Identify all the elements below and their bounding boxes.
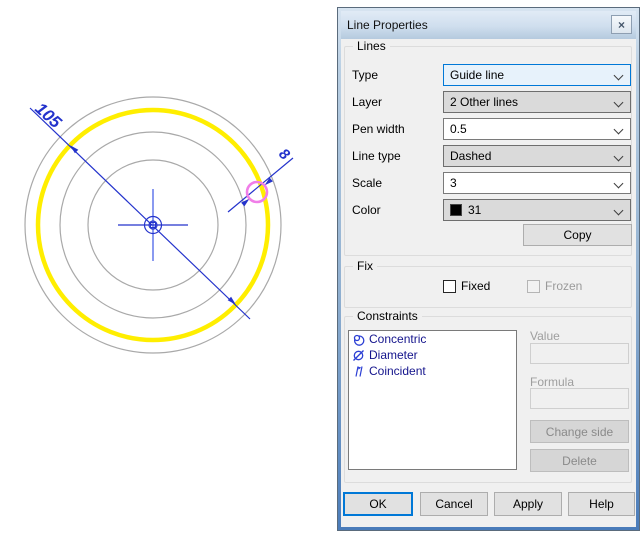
layer-label: Layer <box>352 95 382 109</box>
frozen-checkbox-row: Frozen <box>527 279 582 293</box>
ok-button[interactable]: OK <box>343 492 413 516</box>
scale-label: Scale <box>352 176 382 190</box>
constraints-group-label: Constraints <box>353 309 422 323</box>
close-icon[interactable]: × <box>611 15 632 34</box>
color-value: 31 <box>468 203 481 217</box>
frozen-label: Frozen <box>545 279 582 293</box>
coincident-icon <box>352 365 365 378</box>
fixed-checkbox-row[interactable]: Fixed <box>443 279 490 293</box>
cancel-button[interactable]: Cancel <box>420 492 488 516</box>
line-properties-dialog: Line Properties × Lines Type Guide line … <box>337 7 640 531</box>
type-label: Type <box>352 68 378 82</box>
delete-button: Delete <box>530 449 629 472</box>
chevron-down-icon <box>614 206 624 216</box>
dimension-105-label: 105 <box>31 99 65 132</box>
help-button[interactable]: Help <box>568 492 635 516</box>
copy-button[interactable]: Copy <box>523 224 632 246</box>
pen-width-label: Pen width <box>352 122 405 136</box>
diameter-icon <box>352 349 365 362</box>
color-combobox[interactable]: 31 <box>443 199 631 221</box>
formula-label: Formula <box>530 375 574 389</box>
fixed-label: Fixed <box>461 279 490 293</box>
chevron-down-icon <box>614 179 624 189</box>
pen-width-value: 0.5 <box>450 122 467 136</box>
list-item-diameter[interactable]: Diameter <box>349 347 516 363</box>
fix-group-label: Fix <box>353 259 377 273</box>
constraints-listbox[interactable]: Concentric Diameter Coincident <box>348 330 517 470</box>
concentric-icon <box>352 333 365 346</box>
value-label: Value <box>530 329 560 343</box>
dialog-body: Lines Type Guide line Layer 2 Other line… <box>341 39 636 527</box>
type-value: Guide line <box>450 68 504 82</box>
lines-group-label: Lines <box>353 39 390 53</box>
type-combobox[interactable]: Guide line <box>443 64 631 86</box>
apply-button[interactable]: Apply <box>494 492 562 516</box>
list-item-coincident[interactable]: Coincident <box>349 363 516 379</box>
color-swatch <box>450 204 462 216</box>
value-field <box>530 343 629 364</box>
chevron-down-icon <box>614 98 624 108</box>
app-window: 105 8 Line Properties × Lines <box>0 0 642 536</box>
scale-combobox[interactable]: 3 <box>443 172 631 194</box>
change-side-button: Change side <box>530 420 629 443</box>
dimension-8-label: 8 <box>275 145 293 164</box>
line-type-label: Line type <box>352 149 401 163</box>
dialog-titlebar[interactable]: Line Properties × <box>341 11 636 39</box>
list-item-concentric[interactable]: Concentric <box>349 331 516 347</box>
color-label: Color <box>352 203 381 217</box>
layer-value: 2 Other lines <box>450 95 518 109</box>
drawing-canvas[interactable]: 105 8 <box>0 0 336 536</box>
chevron-down-icon <box>614 125 624 135</box>
line-type-combobox[interactable]: Dashed <box>443 145 631 167</box>
frozen-checkbox <box>527 280 540 293</box>
layer-combobox[interactable]: 2 Other lines <box>443 91 631 113</box>
formula-field <box>530 388 629 409</box>
fixed-checkbox[interactable] <box>443 280 456 293</box>
pen-width-combobox[interactable]: 0.5 <box>443 118 631 140</box>
chevron-down-icon <box>614 71 624 81</box>
dialog-title: Line Properties <box>347 18 428 32</box>
scale-value: 3 <box>450 176 457 190</box>
line-type-value: Dashed <box>450 149 491 163</box>
chevron-down-icon <box>614 152 624 162</box>
